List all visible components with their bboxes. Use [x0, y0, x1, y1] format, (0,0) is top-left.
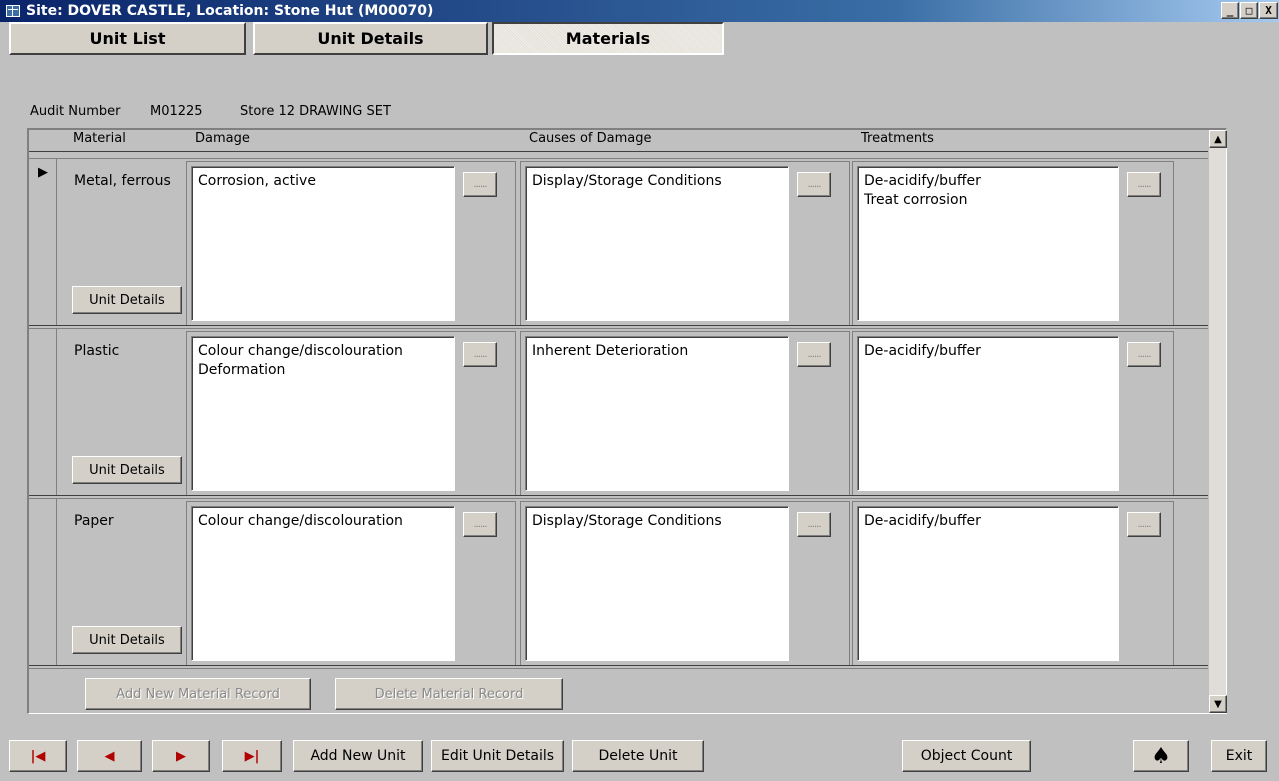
- record-selector[interactable]: ▶: [29, 159, 57, 325]
- material-label: Plastic: [74, 343, 120, 359]
- damage-textbox[interactable]: Colour change/discolouration: [191, 506, 455, 661]
- next-record-button[interactable]: ▶: [152, 740, 210, 772]
- causes-textbox[interactable]: Display/Storage Conditions: [525, 166, 789, 321]
- treatments-cell: De-acidify/buffer Treat corrosion ......: [852, 161, 1174, 326]
- add-new-unit-button[interactable]: Add New Unit: [293, 740, 423, 772]
- tab-unit-list[interactable]: Unit List: [9, 22, 246, 55]
- edit-unit-details-button[interactable]: Edit Unit Details: [431, 740, 564, 772]
- record-selector[interactable]: [29, 499, 57, 665]
- material-label: Paper: [74, 513, 114, 529]
- last-record-icon: ▶|: [244, 748, 260, 764]
- scroll-up-arrow-icon[interactable]: ▲: [1209, 130, 1227, 148]
- damage-lookup-button[interactable]: ......: [463, 512, 497, 537]
- add-material-record-button[interactable]: Add New Material Record: [85, 678, 311, 710]
- previous-record-button[interactable]: ◀: [77, 740, 142, 772]
- vertical-scrollbar[interactable]: ▲ ▼: [1208, 130, 1227, 713]
- treatments-textbox[interactable]: De-acidify/buffer: [857, 506, 1119, 661]
- column-header-damage: Damage: [195, 131, 250, 146]
- window-titlebar: Site: DOVER CASTLE, Location: Stone Hut …: [0, 0, 1279, 22]
- column-header-treatments: Treatments: [861, 131, 934, 146]
- causes-cell: Inherent Deterioration ......: [520, 331, 850, 496]
- column-header-material: Material: [73, 131, 126, 146]
- causes-textbox[interactable]: Inherent Deterioration: [525, 336, 789, 491]
- header-divider: [29, 151, 1208, 159]
- treatments-textbox[interactable]: De-acidify/buffer Treat corrosion: [857, 166, 1119, 321]
- damage-cell: Corrosion, active ......: [186, 161, 516, 326]
- causes-lookup-button[interactable]: ......: [797, 172, 831, 197]
- delete-unit-button[interactable]: Delete Unit: [572, 740, 704, 772]
- form-icon: [6, 5, 20, 17]
- treatments-lookup-button[interactable]: ......: [1127, 172, 1161, 197]
- exit-button[interactable]: Exit: [1211, 740, 1267, 772]
- first-record-icon: |◀: [30, 748, 46, 764]
- object-count-button[interactable]: Object Count: [902, 740, 1031, 772]
- causes-textbox[interactable]: Display/Storage Conditions: [525, 506, 789, 661]
- damage-textbox[interactable]: Corrosion, active: [191, 166, 455, 321]
- scroll-down-arrow-icon[interactable]: ▼: [1209, 695, 1227, 713]
- causes-lookup-button[interactable]: ......: [797, 342, 831, 367]
- minimize-button[interactable]: _: [1221, 2, 1239, 19]
- audit-description: Store 12 DRAWING SET: [240, 104, 391, 119]
- row-divider: [29, 325, 1208, 329]
- unit-details-button[interactable]: Unit Details: [72, 626, 182, 654]
- first-record-button[interactable]: |◀: [9, 740, 67, 772]
- unit-details-button[interactable]: Unit Details: [72, 286, 182, 314]
- material-label: Metal, ferrous: [74, 173, 171, 189]
- record-selector[interactable]: [29, 329, 57, 495]
- previous-record-icon: ◀: [104, 748, 115, 764]
- tab-materials[interactable]: Materials: [492, 22, 724, 55]
- unit-details-button[interactable]: Unit Details: [72, 456, 182, 484]
- causes-lookup-button[interactable]: ......: [797, 512, 831, 537]
- current-record-icon: ▶: [38, 165, 48, 180]
- treatments-cell: De-acidify/buffer ......: [852, 331, 1174, 496]
- damage-lookup-button[interactable]: ......: [463, 172, 497, 197]
- spade-icon[interactable]: ♠: [1133, 740, 1189, 772]
- damage-lookup-button[interactable]: ......: [463, 342, 497, 367]
- treatments-cell: De-acidify/buffer ......: [852, 501, 1174, 666]
- treatments-lookup-button[interactable]: ......: [1127, 512, 1161, 537]
- close-button[interactable]: X: [1259, 2, 1278, 19]
- row-divider: [29, 495, 1208, 499]
- audit-number-value: M01225: [150, 104, 203, 119]
- treatments-textbox[interactable]: De-acidify/buffer: [857, 336, 1119, 491]
- delete-material-record-button[interactable]: Delete Material Record: [335, 678, 563, 710]
- treatments-lookup-button[interactable]: ......: [1127, 342, 1161, 367]
- row-divider: [29, 665, 1208, 669]
- damage-cell: Colour change/discolouration Deformation…: [186, 331, 516, 496]
- causes-cell: Display/Storage Conditions ......: [520, 161, 850, 326]
- damage-cell: Colour change/discolouration ......: [186, 501, 516, 666]
- damage-textbox[interactable]: Colour change/discolouration Deformation: [191, 336, 455, 491]
- column-header-causes: Causes of Damage: [529, 131, 652, 146]
- restore-button[interactable]: □: [1240, 2, 1258, 19]
- last-record-button[interactable]: ▶|: [222, 740, 282, 772]
- causes-cell: Display/Storage Conditions ......: [520, 501, 850, 666]
- tab-unit-details[interactable]: Unit Details: [253, 22, 488, 55]
- window-title: Site: DOVER CASTLE, Location: Stone Hut …: [26, 3, 434, 19]
- next-record-icon: ▶: [176, 748, 186, 764]
- audit-number-label: Audit Number: [30, 104, 121, 119]
